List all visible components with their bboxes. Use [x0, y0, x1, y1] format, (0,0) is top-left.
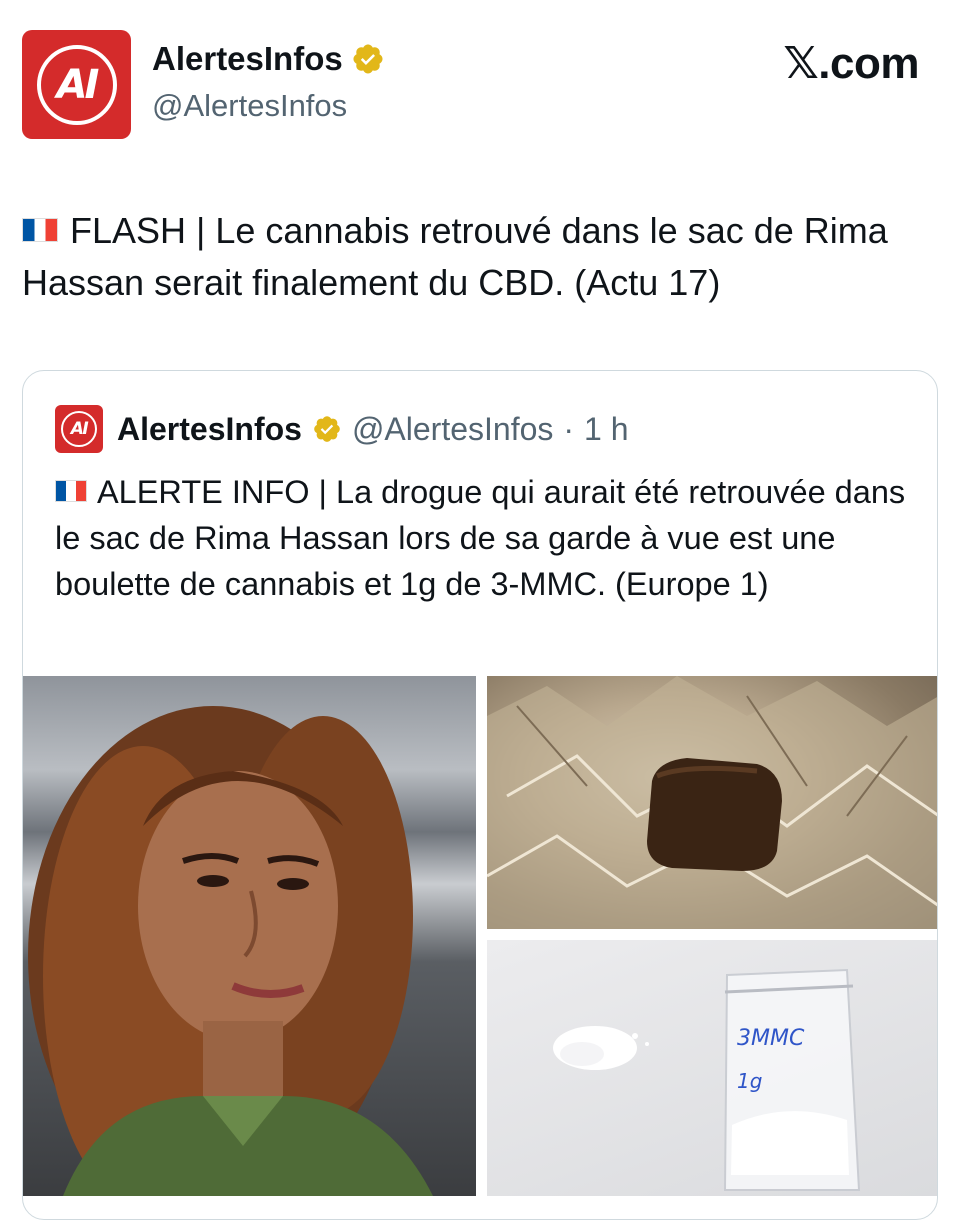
france-flag-icon [22, 218, 58, 243]
cannabis-foil-photo[interactable] [487, 676, 937, 929]
media-grid: 3MMC 1g [23, 676, 937, 1219]
powder-bag-photo[interactable]: 3MMC 1g [487, 940, 937, 1196]
quoted-tweet-header: AI AlertesInfos @AlertesInfos · 1 h [55, 405, 629, 453]
quoted-author-name[interactable]: AlertesInfos [117, 411, 302, 448]
quoted-logo-ring: AI [61, 411, 97, 447]
verified-badge-icon [351, 42, 385, 76]
france-flag-icon [55, 480, 87, 503]
logo-ring: AI [36, 44, 117, 125]
quoted-tweet[interactable]: AI AlertesInfos @AlertesInfos · 1 h ALER… [22, 370, 938, 1220]
author-name-row[interactable]: AlertesInfos [152, 40, 385, 78]
verified-badge-icon [312, 414, 342, 444]
x-com-brand: 𝕏.com [783, 39, 919, 88]
author-handle[interactable]: @AlertesInfos [152, 88, 347, 124]
bag-label-1g: 1g [737, 1069, 762, 1093]
quoted-logo-text: AI [70, 419, 89, 439]
meta-separator: · [563, 410, 575, 447]
alertesinfos-logo[interactable]: AI [22, 30, 131, 139]
logo-text: AI [56, 61, 100, 108]
quoted-tweet-text: ALERTE INFO | La drogue qui aurait été r… [55, 469, 915, 607]
author-name[interactable]: AlertesInfos [152, 40, 343, 78]
bag-label-3mmc: 3MMC [737, 1026, 805, 1051]
quoted-avatar[interactable]: AI [55, 405, 103, 453]
quoted-tweet-body: ALERTE INFO | La drogue qui aurait été r… [55, 474, 906, 602]
tweet-body: FLASH | Le cannabis retrouvé dans le sac… [22, 210, 888, 303]
tweet-text: FLASH | Le cannabis retrouvé dans le sac… [22, 205, 942, 309]
quoted-author-handle[interactable]: @AlertesInfos [352, 411, 553, 448]
portrait-photo[interactable] [23, 676, 476, 1196]
quoted-timestamp[interactable]: 1 h [584, 411, 628, 448]
